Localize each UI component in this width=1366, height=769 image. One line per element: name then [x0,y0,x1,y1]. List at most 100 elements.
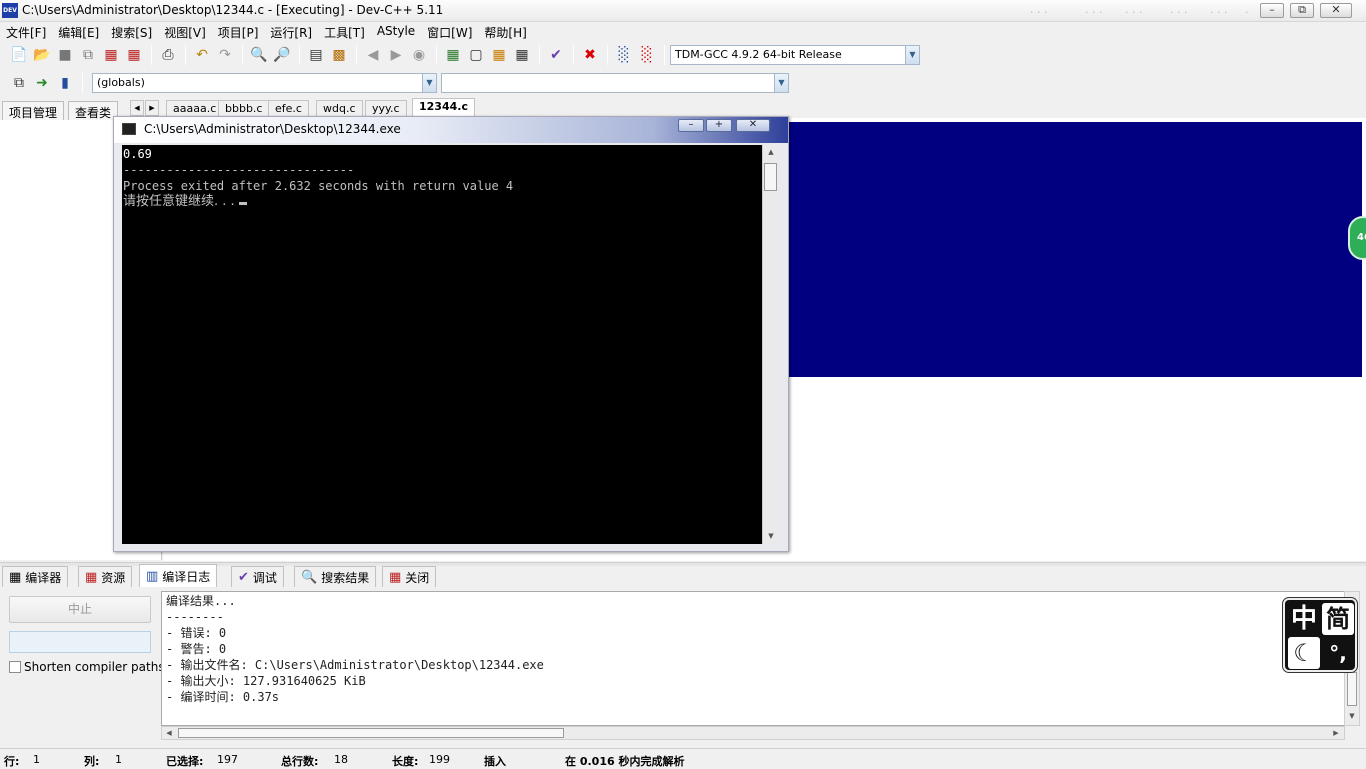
toolbar-separator [185,45,186,65]
resource-icon: ▦ [85,569,98,585]
log-vscroll-thumb[interactable] [1347,672,1357,706]
ime-status-widget[interactable]: 中 简 ☾ °, [1282,597,1358,673]
file-tab-active[interactable]: 12344.c [412,98,475,118]
minimize-button[interactable]: – [1260,3,1284,18]
status-length-label: 长度: [392,755,419,768]
replace-icon[interactable]: 🔎 [271,44,293,66]
abort-button[interactable]: 中止 [9,596,151,623]
menu-window[interactable]: 窗口[W] [421,22,478,42]
syntax-check-icon[interactable]: ✔ [545,44,567,66]
console-window[interactable]: C:\Users\Administrator\Desktop\12344.exe… [113,116,789,552]
status-selected-label: 已选择: [166,755,204,768]
tab-search-results[interactable]: 🔍 搜索结果 [294,566,377,587]
tab-compiler[interactable]: ▦ 编译器 [2,566,69,587]
console-minimize-button[interactable]: – [678,119,704,132]
scroll-right-icon[interactable]: ▶ [1330,727,1342,739]
compile-icon[interactable]: ▦ [442,44,464,66]
maximize-button[interactable]: ⧉ [1290,3,1314,18]
close-window-button[interactable]: ✕ [1320,3,1352,18]
compile-log-output[interactable]: 编译结果... -------- - 错误: 0 - 警告: 0 - 输出文件名… [161,591,1345,726]
blurred-titlebar-item: · [1245,6,1249,19]
devcpp-app-icon[interactable]: DEV [2,3,18,18]
tab-scroll-left-icon[interactable]: ◀ [130,100,144,116]
goto-line-icon[interactable]: ▤ [305,44,327,66]
new-file-icon[interactable]: 📄 [8,44,30,66]
tab-resources[interactable]: ▦ 资源 [78,566,133,587]
log-line: -------- [166,610,224,624]
window-title: C:\Users\Administrator\Desktop\12344.c -… [22,3,444,17]
menu-search[interactable]: 搜索[S] [105,22,158,42]
tab-compile-log[interactable]: ▥ 编译日志 [139,564,218,587]
redo-icon[interactable]: ↷ [214,44,236,66]
unindent-icon[interactable]: ▶ [385,44,407,66]
indent-icon[interactable]: ◀ [362,44,384,66]
stop-execution-icon[interactable]: ✖ [579,44,601,66]
console-close-button[interactable]: ✕ [736,119,770,132]
ime-halfwidth-mode[interactable]: ☾ [1288,637,1320,669]
undo-icon[interactable]: ↶ [191,44,213,66]
chevron-down-icon[interactable]: ▼ [905,46,919,64]
ime-punctuation-mode[interactable]: °, [1322,637,1354,669]
scroll-left-icon[interactable]: ◀ [164,727,174,739]
log-line: - 错误: 0 [166,626,227,640]
menu-tools[interactable]: 工具[T] [318,22,371,42]
chevron-down-icon[interactable]: ▼ [422,74,436,92]
console-scroll-thumb[interactable] [764,163,777,191]
open-file-icon[interactable]: 📂 [31,44,53,66]
console-maximize-button[interactable]: + [706,119,732,132]
menu-project[interactable]: 项目[P] [212,22,265,42]
close-file-icon[interactable]: ▦ [100,44,122,66]
shorten-paths-checkbox[interactable] [9,661,21,673]
tab-close[interactable]: ▦ 关闭 [382,566,437,587]
menu-file[interactable]: 文件[F] [0,22,52,42]
close-icon: ▦ [389,569,402,585]
function-select[interactable]: ▼ [441,73,789,93]
bookmark-icon[interactable]: ▩ [328,44,350,66]
menu-astyle[interactable]: AStyle [371,22,421,42]
ime-chinese-mode[interactable]: 中 [1288,603,1320,635]
run-icon[interactable]: ▢ [465,44,487,66]
insert-icon[interactable]: ⧉ [8,72,30,94]
console-output[interactable]: 0.69 -------------------------------- Pr… [122,145,762,544]
floating-badge[interactable]: 46 [1348,216,1366,260]
tab-scroll-right-icon[interactable]: ▶ [145,100,159,116]
close-icon: ✕ [748,119,758,130]
goto-definition-icon[interactable]: ▮ [54,72,76,94]
menu-help[interactable]: 帮助[H] [478,22,532,42]
status-line-value: 1 [33,753,40,766]
scroll-down-icon[interactable]: ▼ [764,529,778,543]
text-cursor [238,202,247,205]
tab-debug[interactable]: ✔ 调试 [231,566,284,587]
status-col-label: 列: [84,755,100,768]
editor-selection-highlight [785,122,1362,377]
compile-run-icon[interactable]: ▦ [488,44,510,66]
close-all-icon[interactable]: ▦ [123,44,145,66]
delete-profile-icon[interactable]: ░ [636,44,658,66]
tab-project-manager[interactable]: 项目管理 [2,101,65,121]
ime-simplified-mode[interactable]: 简 [1322,603,1354,635]
menu-view[interactable]: 视图[V] [158,22,212,42]
menu-edit[interactable]: 编辑[E] [52,22,105,42]
find-icon[interactable]: 🔍 [248,44,270,66]
goto-declaration-icon[interactable]: ➜ [31,72,53,94]
rebuild-all-icon[interactable]: ▦ [511,44,533,66]
tab-resources-label: 资源 [101,570,126,585]
scope-select[interactable]: (globals) ▼ [92,73,437,93]
chevron-down-icon[interactable]: ▼ [774,74,788,92]
console-scrollbar[interactable]: ▲ ▼ [762,145,779,544]
log-horizontal-scrollbar[interactable]: ◀ ▶ [161,726,1345,740]
compiler-select[interactable]: TDM-GCC 4.9.2 64-bit Release ▼ [670,45,920,65]
tab-class-browser[interactable]: 查看类 [68,101,119,121]
scroll-down-icon[interactable]: ▼ [1346,710,1358,722]
close-icon: ✕ [1331,3,1341,16]
check-icon: ✔ [238,569,249,585]
menu-run[interactable]: 运行[R] [264,22,318,42]
profile-chart-icon[interactable]: ░ [613,44,635,66]
scroll-up-icon[interactable]: ▲ [764,145,778,159]
console-title-bar[interactable]: C:\Users\Administrator\Desktop\12344.exe… [114,117,788,143]
print-icon[interactable]: ⎙ [157,44,179,66]
log-hscroll-thumb[interactable] [178,728,564,738]
toggle-comment-icon[interactable]: ◉ [408,44,430,66]
save-icon[interactable]: ■ [54,44,76,66]
save-all-icon[interactable]: ⧉ [77,44,99,66]
